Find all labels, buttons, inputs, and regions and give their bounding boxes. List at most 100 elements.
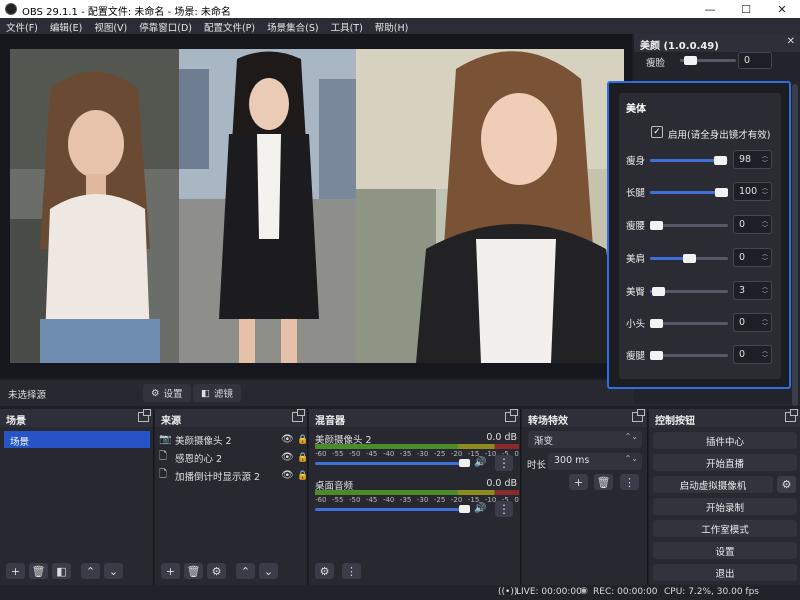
menu-docks[interactable]: 停靠窗口(D) [133,18,198,34]
slim-body-slider[interactable] [650,156,728,165]
source-settings-button[interactable]: ⚙ 设置 [143,384,191,402]
duration-input[interactable]: 300 ms ⌃⌄ [548,453,642,470]
slider-knob[interactable] [650,221,663,230]
source-item[interactable]: 🗋 感恩的心 2 👁 🔒 [159,449,309,466]
menu-tools[interactable]: 工具(T) [325,18,369,34]
slim-body-spinbox[interactable]: 98 ︿ ﹀ [733,150,772,169]
menu-scene-collection[interactable]: 场景集合(S) [261,18,324,34]
hips-slider[interactable] [650,287,728,296]
volume-slider-knob[interactable] [459,505,470,513]
slider-knob[interactable] [650,351,663,360]
spin-arrows-icon[interactable]: ︿ ﹀ [762,218,768,232]
move-up-button[interactable]: ⌃ [236,563,255,579]
studio-mode-button[interactable]: 工作室模式 [653,520,797,537]
eye-icon[interactable]: 👁 [281,452,297,463]
trash-icon[interactable]: 🗑 [594,474,613,490]
slim-waist-slider[interactable] [650,221,728,230]
settings-button[interactable]: 设置 [653,542,797,559]
mixer-toolbar: ⚙ ⋮ [309,563,520,581]
menu-edit[interactable]: 编辑(E) [44,18,88,34]
scene-item[interactable]: 场景 [4,431,150,448]
slider-knob[interactable] [713,156,727,165]
eye-icon[interactable]: 👁 [281,434,297,445]
trash-icon[interactable]: 🗑 [29,563,48,579]
spin-arrows-icon[interactable]: ︿ ﹀ [762,185,768,199]
spin-arrows-icon[interactable]: ︿ ﹀ [762,284,768,298]
face-slim-spinbox[interactable]: 0 [738,52,772,69]
move-down-button[interactable]: ⌄ [259,563,278,579]
slim-legs-slider[interactable] [650,351,728,360]
menu-view[interactable]: 视图(V) [88,18,133,34]
preview-canvas[interactable] [10,49,624,363]
minimize-button[interactable]: — [692,0,728,18]
hips-spinbox[interactable]: 3 ︿ ﹀ [733,281,772,300]
undock-icon[interactable] [138,409,151,422]
lock-icon[interactable]: 🔒 [297,435,309,445]
lock-icon[interactable]: 🔒 [297,471,309,481]
transition-select[interactable]: 渐变 ⌃⌄ [528,431,642,448]
move-up-button[interactable]: ⌃ [81,563,100,579]
trash-icon[interactable]: 🗑 [184,563,203,579]
gear-icon[interactable]: ⚙ [777,476,796,493]
start-streaming-button[interactable]: 开始直播 [653,454,797,471]
transition-menu-button[interactable]: ⋮ [620,474,639,490]
small-head-spinbox[interactable]: 0 ︿ ﹀ [733,313,772,332]
speaker-icon[interactable]: 🔊 [474,503,486,514]
slider-knob[interactable] [715,188,728,197]
volume-slider-knob[interactable] [459,459,470,467]
enable-checkbox[interactable]: ✓ [651,126,663,138]
channel-menu-button[interactable]: ⋮ [495,501,513,517]
source-item[interactable]: 🗋 加播倒计时显示源 2 👁 🔒 [159,467,309,484]
add-transition-button[interactable]: + [569,474,588,490]
mixer-title: 混音器 [315,416,345,427]
move-down-button[interactable]: ⌄ [104,563,123,579]
face-slim-slider[interactable] [680,56,736,65]
undock-icon[interactable] [505,409,518,422]
undock-icon[interactable] [785,409,798,422]
slider-knob[interactable] [684,56,697,65]
gear-icon[interactable]: ⚙ [207,563,226,579]
plugin-center-button[interactable]: 插件中心 [653,432,797,449]
maximize-button[interactable]: ☐ [728,0,764,18]
add-source-button[interactable]: + [161,563,180,579]
menu-profile[interactable]: 配置文件(P) [198,18,261,34]
menu-help[interactable]: 帮助(H) [369,18,415,34]
menu-file[interactable]: 文件(F) [0,18,44,34]
start-virtual-camera-button[interactable]: 启动虚拟摄像机 [653,476,773,493]
slider-knob[interactable] [650,319,663,328]
close-icon[interactable]: ✕ [787,36,795,47]
long-legs-spinbox[interactable]: 100 ︿ ﹀ [733,182,772,201]
spin-arrows-icon[interactable]: ︿ ﹀ [762,153,768,167]
sources-dock: 来源 📷 美颜摄像头 2 👁 🔒 🗋 感恩的心 2 👁 🔒 🗋 加播倒计时显示源… [155,409,308,585]
slim-waist-spinbox[interactable]: 0 ︿ ﹀ [733,215,772,234]
long-legs-slider[interactable] [650,188,728,197]
source-filters-button[interactable]: ◧ 滤镜 [193,384,241,402]
scene-filter-button[interactable]: ◧ [52,563,71,579]
eye-icon[interactable]: 👁 [281,470,297,481]
undock-icon[interactable] [632,409,645,422]
spin-arrows-icon[interactable]: ︿ ﹀ [762,251,768,265]
slim-legs-spinbox[interactable]: 0 ︿ ﹀ [733,345,772,364]
spin-arrows-icon[interactable]: ︿ ﹀ [762,316,768,330]
small-head-slider[interactable] [650,319,728,328]
shoulders-spinbox[interactable]: 0 ︿ ﹀ [733,248,772,267]
volume-slider[interactable] [315,508,469,511]
spin-arrows-icon[interactable]: ︿ ﹀ [762,348,768,362]
gear-icon[interactable]: ⚙ [315,563,334,579]
spin-value: 0 [739,317,746,328]
mixer-menu-button[interactable]: ⋮ [342,563,361,579]
volume-slider[interactable] [315,462,469,465]
channel-menu-button[interactable]: ⋮ [495,455,513,471]
close-button[interactable]: ✕ [764,0,800,18]
slider-knob[interactable] [682,254,696,263]
source-item[interactable]: 📷 美颜摄像头 2 👁 🔒 [159,431,309,448]
slider-knob[interactable] [651,287,665,296]
lock-icon[interactable]: 🔒 [297,453,309,463]
speaker-icon[interactable]: 🔊 [474,457,486,468]
add-scene-button[interactable]: + [6,563,25,579]
shoulders-slider[interactable] [650,254,728,263]
start-recording-button[interactable]: 开始录制 [653,498,797,515]
beauty-scrollbar[interactable] [792,84,798,406]
exit-button[interactable]: 退出 [653,564,797,581]
undock-icon[interactable] [292,409,305,422]
